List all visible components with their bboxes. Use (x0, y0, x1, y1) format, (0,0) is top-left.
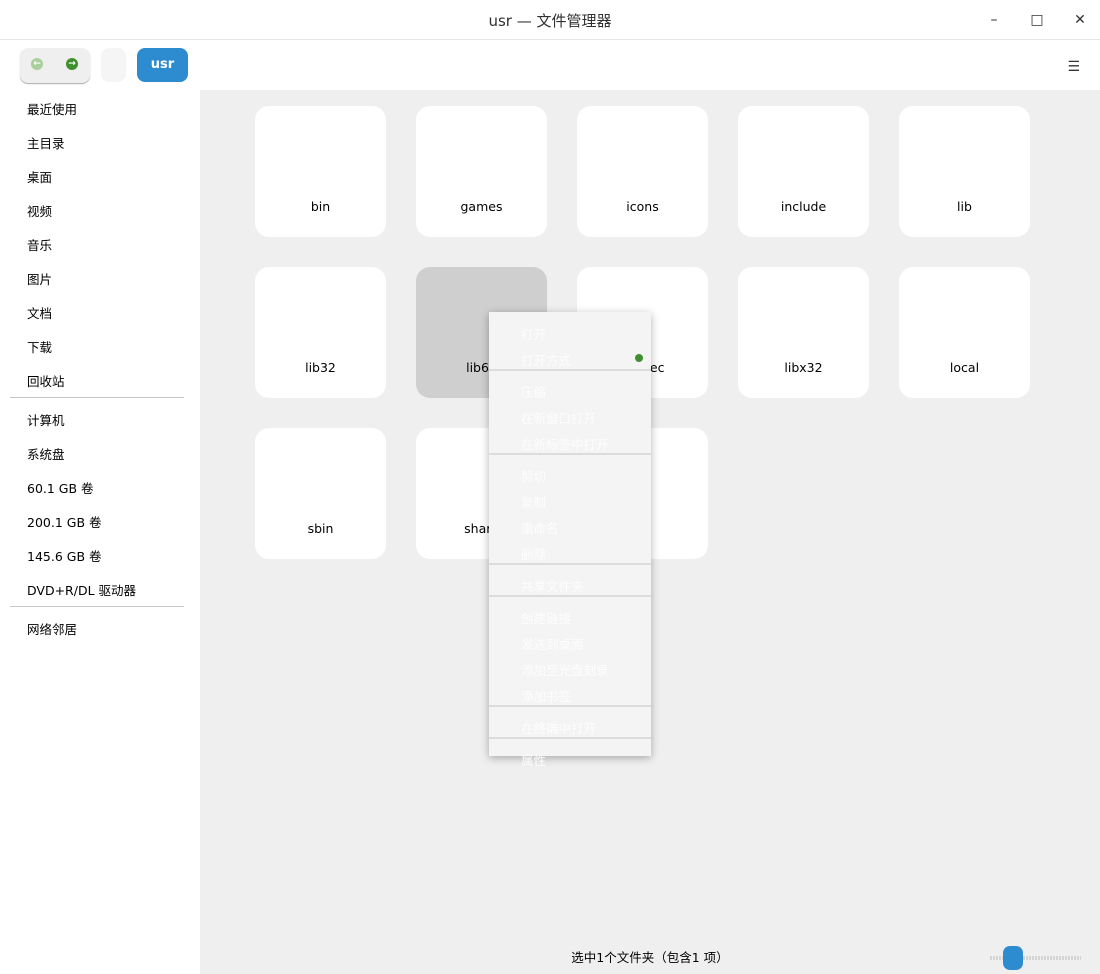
context-menu-item[interactable]: 创建链接 (521, 608, 571, 627)
folder-name: lib (957, 199, 972, 214)
minimize-button[interactable]: – (982, 8, 1006, 32)
breadcrumb-usr[interactable]: usr (137, 48, 188, 82)
context-menu-item[interactable]: 打开 (521, 324, 546, 343)
folder-name: sbin (307, 521, 334, 536)
folder-item[interactable]: lib (899, 106, 1030, 237)
back-button[interactable]: ← (31, 58, 43, 70)
navigation-buttons: ← → (20, 48, 90, 83)
toolbar: ← → usr ☰ (0, 41, 1100, 90)
folder-item[interactable]: local (899, 267, 1030, 398)
close-button[interactable]: ✕ (1068, 8, 1092, 32)
context-menu: 打开打开方式压缩在新窗口打开 在新标签中打开 剪切复制重命名删除共享文件夹创建链接发… (489, 312, 651, 768)
sidebar-item[interactable]: 最近使用 (27, 99, 77, 118)
submenu-arrow-icon (635, 354, 643, 362)
context-menu-item[interactable]: 属性 (521, 750, 546, 769)
sidebar-item[interactable]: 下载 (27, 337, 52, 356)
folder-item[interactable]: bin (255, 106, 386, 237)
zoom-slider[interactable] (990, 946, 1081, 970)
sidebar-item[interactable]: 桌面 (27, 167, 52, 186)
folder-item[interactable]: libx32 (738, 267, 869, 398)
context-menu-item[interactable]: 添加至光盘刻录 (521, 660, 609, 679)
sidebar-item[interactable]: 图片 (27, 269, 52, 288)
folder-name: libx32 (784, 360, 823, 375)
context-menu-item[interactable]: 共享文件夹 (521, 576, 584, 595)
context-menu-item[interactable]: 删除 (521, 544, 546, 563)
zoom-slider-thumb[interactable] (1002, 946, 1023, 970)
menu-separator (489, 737, 651, 739)
context-menu-item[interactable]: 压缩 (521, 382, 546, 401)
sidebar-item[interactable]: 系统盘 (27, 444, 65, 463)
sidebar-divider (10, 606, 184, 607)
sidebar-item[interactable]: 视频 (27, 201, 52, 220)
folder-name: games (460, 199, 503, 214)
path-edit-button[interactable] (101, 48, 126, 82)
menu-separator (489, 705, 651, 707)
folder-item[interactable]: lib32 (255, 267, 386, 398)
context-menu-item[interactable]: 剪切 (521, 466, 546, 485)
context-menu-item[interactable]: 在新窗口打开 (521, 408, 596, 427)
context-menu-item[interactable]: 添加书签 (521, 686, 571, 705)
sidebar-item[interactable]: 主目录 (27, 133, 65, 152)
sidebar-item[interactable]: DVD+R/DL 驱动器 (27, 580, 136, 599)
folder-item[interactable]: sbin (255, 428, 386, 559)
sidebar-item[interactable]: 145.6 GB 卷 (27, 546, 102, 565)
sidebar-item[interactable]: 回收站 (27, 371, 65, 390)
window-title: usr — 文件管理器 (488, 12, 612, 30)
sidebar-item[interactable]: 计算机 (27, 410, 65, 429)
folder-name: local (949, 360, 980, 375)
folder-item[interactable]: icons (577, 106, 708, 237)
menu-separator (489, 563, 651, 565)
context-menu-item[interactable]: 复制 (521, 492, 546, 511)
sidebar: 最近使用主目录桌面视频音乐图片文档下载回收站计算机系统盘 60.1 GB 卷 200… (0, 90, 200, 974)
title-bar: usr — 文件管理器 – □ ✕ (0, 0, 1100, 40)
sidebar-item[interactable]: 60.1 GB 卷 (27, 478, 94, 497)
sidebar-item[interactable]: 音乐 (27, 235, 52, 254)
folder-name: bin (310, 199, 331, 214)
forward-button[interactable]: → (66, 58, 78, 70)
sidebar-item[interactable]: 200.1 GB 卷 (27, 512, 102, 531)
menu-separator (489, 595, 651, 597)
context-menu-item[interactable]: 打开方式 (521, 350, 571, 369)
context-menu-item[interactable]: 重命名 (521, 518, 559, 537)
folder-item[interactable]: games (416, 106, 547, 237)
sidebar-item[interactable]: 网络邻居 (27, 619, 77, 638)
context-menu-item[interactable]: 在新标签中打开 (521, 434, 609, 453)
folder-name: include (780, 199, 827, 214)
maximize-button[interactable]: □ (1025, 8, 1049, 32)
folder-name: icons (626, 199, 659, 214)
context-menu-item[interactable]: 发送到桌面 (521, 634, 584, 653)
status-text: 选中1个文件夹（包含1 项） (571, 950, 729, 965)
folder-name: lib32 (305, 360, 336, 375)
sidebar-divider (10, 397, 184, 398)
folder-item[interactable]: include (738, 106, 869, 237)
menu-separator (489, 453, 651, 455)
context-menu-item[interactable]: 在终端中打开 (521, 718, 596, 737)
menu-icon[interactable]: ☰ (1067, 59, 1080, 75)
menu-separator (489, 369, 651, 371)
sidebar-item[interactable]: 文档 (27, 303, 52, 322)
